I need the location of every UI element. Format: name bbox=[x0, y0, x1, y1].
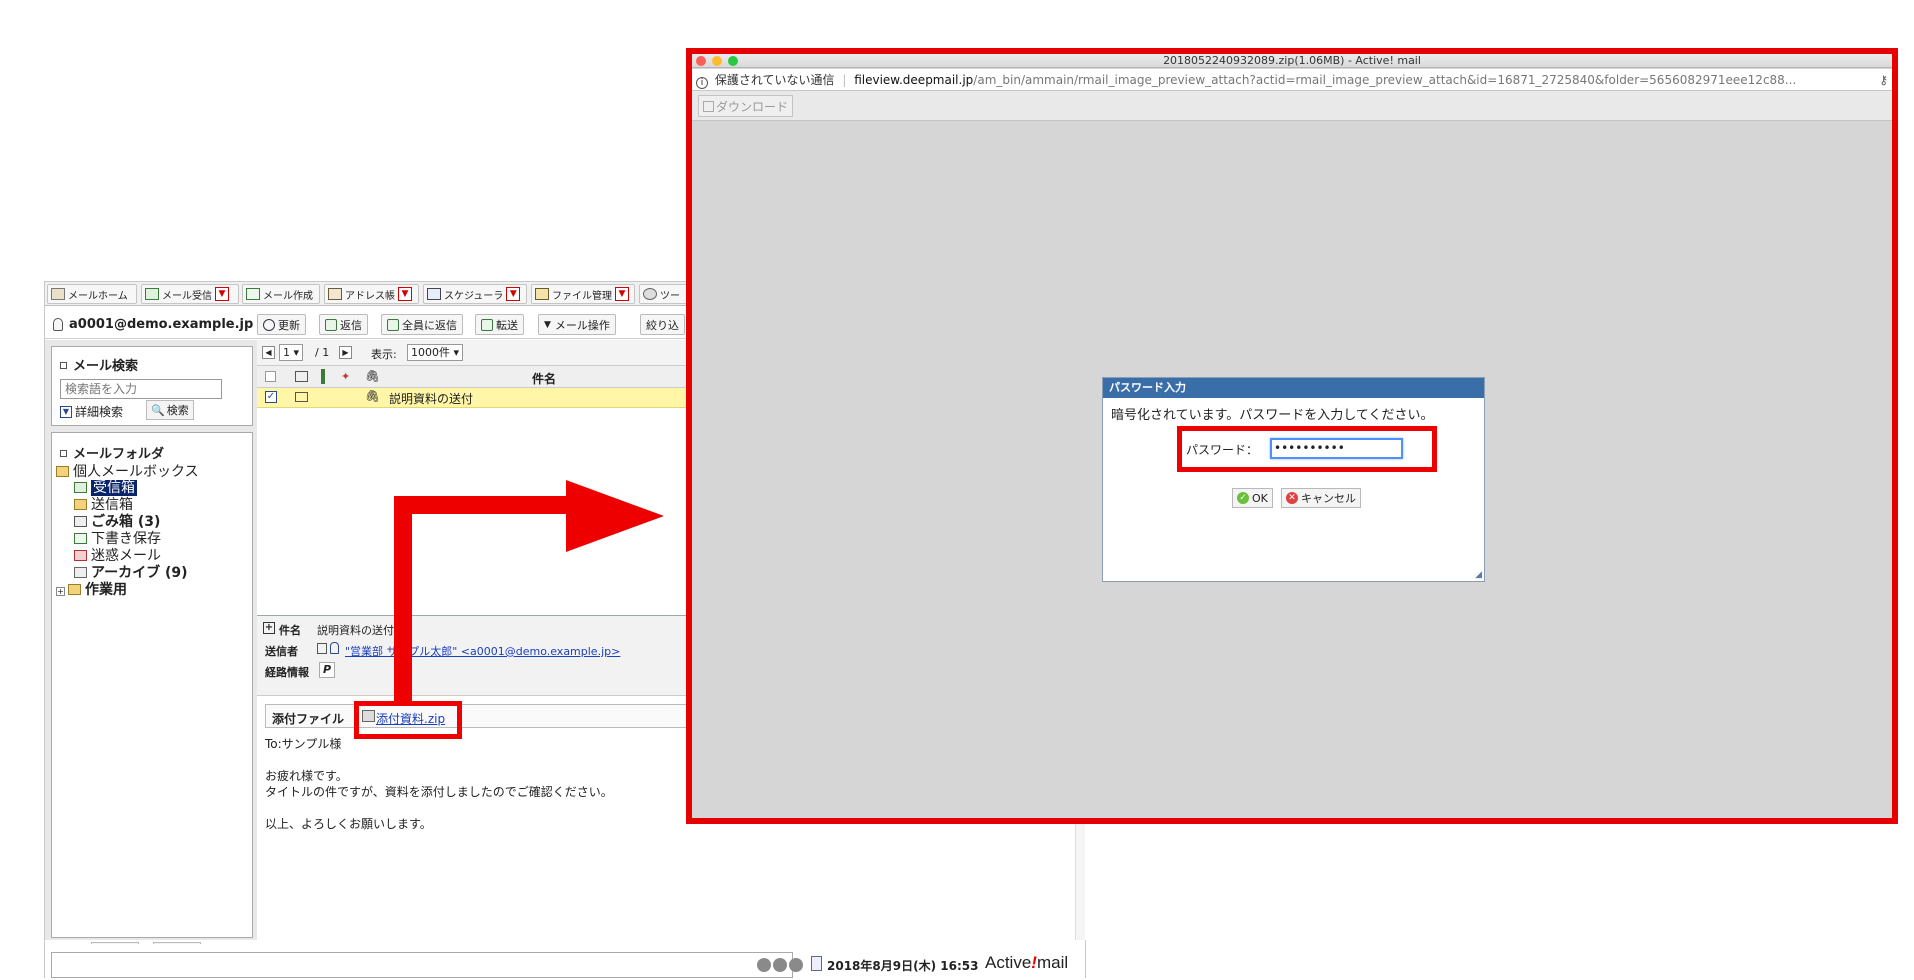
cancel-icon: ✕ bbox=[1286, 492, 1298, 504]
url-path: /am_bin/ammain/rmail_image_preview_attac… bbox=[973, 73, 1797, 87]
attachment-preview-window: 2018052240932089.zip(1.06MB) - Active! m… bbox=[686, 48, 1898, 824]
security-status: 保護されていない通信 bbox=[714, 73, 835, 87]
download-button[interactable]: ダウンロード bbox=[698, 95, 794, 117]
dialog-title: パスワード入力 bbox=[1103, 378, 1484, 398]
ok-button[interactable]: ✓ OK bbox=[1232, 488, 1273, 508]
download-icon bbox=[703, 100, 714, 112]
resize-grip-icon[interactable]: ◢ bbox=[1475, 570, 1482, 580]
minimize-window-icon[interactable] bbox=[712, 56, 722, 66]
window-titlebar: 2018052240932089.zip(1.06MB) - Active! m… bbox=[692, 54, 1892, 68]
url-host: fileview.deepmail.jp bbox=[854, 73, 974, 87]
password-dialog: パスワード入力 暗号化されています。パスワードを入力してください。 パスワード：… bbox=[1102, 377, 1485, 582]
password-highlight-box bbox=[1177, 426, 1437, 472]
arrow-shaft bbox=[394, 496, 570, 702]
check-icon: ✓ bbox=[1237, 492, 1249, 504]
info-icon[interactable]: i bbox=[696, 77, 708, 89]
arrow-head bbox=[566, 480, 664, 552]
maximize-window-icon[interactable] bbox=[728, 56, 738, 66]
address-bar[interactable]: i 保護されていない通信 | fileview.deepmail.jp/am_b… bbox=[692, 69, 1892, 91]
download-toolbar: ダウンロード bbox=[692, 91, 1892, 121]
key-icon[interactable]: ⚷ bbox=[1879, 69, 1888, 90]
close-window-icon[interactable] bbox=[696, 56, 706, 66]
dialog-message: 暗号化されています。パスワードを入力してください。 bbox=[1111, 408, 1434, 423]
window-title: 2018052240932089.zip(1.06MB) - Active! m… bbox=[1163, 54, 1421, 67]
cancel-button[interactable]: ✕ キャンセル bbox=[1281, 488, 1361, 508]
